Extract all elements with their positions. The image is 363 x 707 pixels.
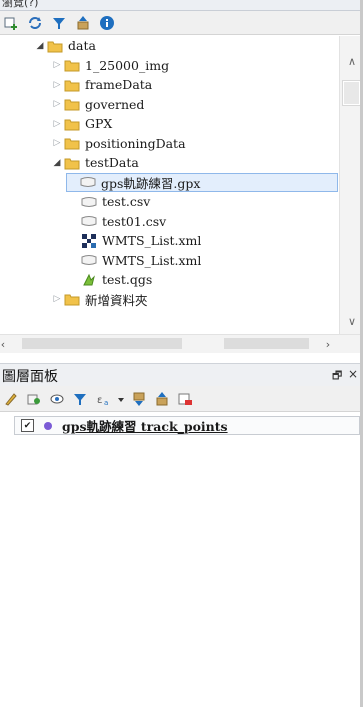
folder-icon (63, 57, 81, 73)
tree-item-label: testData (85, 155, 139, 170)
collapsed-arrow-icon[interactable]: ▷ (51, 119, 63, 129)
collapsed-arrow-icon[interactable]: ▷ (51, 99, 63, 109)
refresh-icon[interactable] (26, 14, 44, 32)
tree-item-label: gps軌跡練習.gpx (101, 175, 201, 191)
style-icon[interactable] (2, 390, 20, 408)
layers-panel-title-bar: 圖層面板 🗗 × (0, 363, 363, 387)
point-symbol-icon (44, 421, 52, 430)
tree-item-label: WMTS_List.xml (102, 233, 202, 248)
tree-item[interactable]: ▷ 新增資料夾 (51, 290, 148, 309)
vector-file-icon (80, 194, 98, 210)
visibility-icon[interactable] (48, 390, 66, 408)
tree-item-label: WMTS_List.xml (102, 252, 202, 268)
scroll-right-icon[interactable]: › (319, 335, 337, 353)
tree-item-label: positioningData (85, 135, 186, 151)
layer-visibility-checkbox[interactable]: ✔ (21, 419, 34, 432)
collapsed-arrow-icon[interactable]: ▷ (51, 294, 63, 304)
folder-icon (63, 155, 81, 171)
folder-icon (63, 116, 81, 132)
collapsed-arrow-icon[interactable]: ▷ (51, 60, 63, 70)
tree-item-label: 新增資料夾 (85, 292, 148, 308)
hscroll-thumb[interactable] (22, 338, 182, 349)
tree-item[interactable]: test.qgs (68, 270, 152, 289)
folder-icon (63, 96, 81, 112)
tree-item-label: governed (85, 96, 145, 112)
layer-name: gps軌跡練習 track_points (62, 419, 228, 434)
layer-item[interactable]: ✔ gps軌跡練習 track_points (14, 416, 360, 435)
tree-item-label: data (68, 38, 96, 53)
tree-item-label: test.csv (102, 194, 151, 209)
tree-item[interactable]: test.csv (68, 192, 150, 211)
scroll-left-icon[interactable]: ‹ (0, 335, 12, 353)
collapsed-arrow-icon[interactable]: ▷ (51, 138, 63, 148)
expanded-arrow-icon[interactable]: ◢ (34, 41, 46, 51)
collapsed-arrow-icon[interactable]: ▷ (51, 80, 63, 90)
hscroll-track (224, 338, 309, 349)
tree-item[interactable]: ◢ data (34, 36, 96, 55)
tree-item[interactable]: gps軌跡練習.gpx (66, 172, 338, 192)
tree-item[interactable]: ▷ 1_25000_img (51, 56, 170, 75)
tree-item[interactable]: test01.csv (68, 212, 166, 231)
qgis-project-icon (80, 272, 98, 288)
tree-item[interactable]: ▷ frameData (51, 75, 153, 94)
expanded-arrow-icon[interactable]: ◢ (51, 158, 63, 168)
tree-item-label: frameData (85, 77, 153, 92)
layers-panel-title: 圖層面板 (2, 369, 58, 385)
tree-item-label: GPX (85, 116, 113, 131)
browser-horizontal-scrollbar[interactable]: ‹ › (0, 334, 363, 353)
info-icon[interactable] (98, 14, 116, 32)
vector-file-icon (79, 174, 97, 190)
tree-item[interactable]: WMTS_List.xml (68, 251, 201, 270)
filter-layers-icon[interactable] (71, 390, 89, 408)
float-panel-icon[interactable]: 🗗 (332, 367, 342, 386)
layers-toolbar: εa (0, 386, 363, 412)
vector-file-icon (80, 252, 98, 268)
close-panel-icon[interactable]: × (348, 367, 358, 381)
scroll-thumb[interactable] (343, 81, 360, 105)
browser-panel-title-bar: 瀏覽(?) (0, 0, 363, 11)
collapse-all-icon[interactable] (74, 14, 92, 32)
folder-icon (46, 38, 64, 54)
collapse-layers-icon[interactable] (153, 390, 171, 408)
tree-item[interactable]: ▷ GPX (51, 114, 113, 133)
browser-tree[interactable]: ◢ data ▷ 1_25000_img ▷ frameData ▷ governed ▷ GPX… (0, 36, 338, 334)
tree-item[interactable]: ▷ positioningData (51, 134, 186, 153)
remove-layer-icon[interactable] (176, 390, 194, 408)
tree-item[interactable]: ▷ governed (51, 95, 145, 114)
dropdown-arrow-icon[interactable] (117, 390, 125, 408)
browser-panel-title: 瀏覽(?) (2, 0, 39, 9)
add-layer-icon[interactable] (2, 14, 20, 32)
tree-item-label: test01.csv (102, 213, 167, 229)
browser-toolbar (0, 11, 363, 35)
tree-item[interactable]: ◢ testData (51, 153, 139, 172)
filter-icon[interactable] (50, 14, 68, 32)
folder-icon (63, 291, 81, 307)
expression-filter-icon[interactable]: εa (94, 390, 112, 408)
tree-item[interactable]: WMTS_List.xml (68, 231, 201, 250)
vector-file-icon (80, 213, 98, 229)
expand-all-icon[interactable] (130, 390, 148, 408)
tree-item-label: 1_25000_img (85, 57, 170, 73)
folder-icon (63, 135, 81, 151)
layers-tree: ✔ gps軌跡練習 track_points (0, 413, 363, 707)
folder-icon (63, 77, 81, 93)
raster-file-icon (80, 233, 98, 249)
svg-text:a: a (104, 399, 108, 407)
svg-text:ε: ε (97, 395, 102, 406)
add-group-icon[interactable] (25, 390, 43, 408)
tree-item-label: test.qgs (102, 272, 153, 287)
